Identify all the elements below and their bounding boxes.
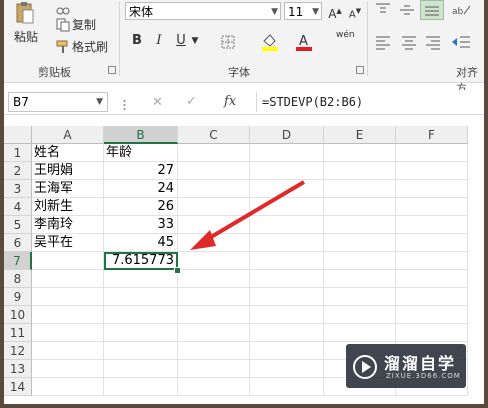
fill-color-icon[interactable] xyxy=(260,32,280,52)
excel-window: 粘贴 复制 格式刷 剪贴板 宋体 ▼ 11 ▼ A▲ A▼ B I U ▼ A … xyxy=(4,0,484,404)
clipboard-dialog-launcher[interactable] xyxy=(108,66,116,74)
format-painter-button[interactable]: 格式刷 xyxy=(72,38,108,55)
increase-font-size-button[interactable]: A▲ xyxy=(326,2,344,21)
underline-dropdown[interactable]: ▼ xyxy=(190,32,200,50)
underline-button[interactable]: U xyxy=(172,32,190,50)
orientation-icon[interactable]: ab xyxy=(450,2,472,18)
enter-icon[interactable]: ✓ xyxy=(186,94,197,109)
svg-text:ab: ab xyxy=(452,7,464,17)
align-left-icon[interactable] xyxy=(374,34,392,50)
align-center-icon[interactable] xyxy=(400,34,418,50)
italic-button[interactable]: I xyxy=(150,32,168,50)
align-bottom-icon[interactable] xyxy=(420,0,444,20)
align-top-icon[interactable] xyxy=(374,2,392,18)
copy-icon[interactable] xyxy=(56,17,70,32)
indent-icon[interactable] xyxy=(450,34,472,50)
ribbon: 粘贴 复制 格式刷 剪贴板 宋体 ▼ 11 ▼ A▲ A▼ B I U ▼ A … xyxy=(4,0,484,95)
name-box[interactable]: B7 ▼ xyxy=(8,92,108,112)
font-color-icon[interactable]: A xyxy=(294,32,314,52)
align-right-icon[interactable] xyxy=(424,34,442,50)
borders-icon[interactable] xyxy=(220,34,236,50)
chevron-down-icon: ▼ xyxy=(96,97,103,107)
clipboard-group-label: 剪贴板 xyxy=(38,66,71,79)
group-separator xyxy=(119,2,120,76)
play-logo-icon xyxy=(352,354,378,380)
bold-button[interactable]: B xyxy=(128,32,146,50)
formula-bar: B7 ▼ ✕ ✓ fx =STDEVP(B2:B6) xyxy=(4,90,484,115)
formula-input[interactable]: =STDEVP(B2:B6) xyxy=(262,93,363,111)
format-painter-icon[interactable] xyxy=(56,39,70,53)
font-name-dropdown[interactable]: 宋体 ▼ xyxy=(125,2,281,20)
name-box-value: B7 xyxy=(13,95,29,109)
group-separator xyxy=(367,2,368,76)
align-middle-icon[interactable] xyxy=(398,2,416,18)
paste-icon[interactable] xyxy=(14,2,34,24)
watermark-url: ZIXUE.3D66.COM xyxy=(386,372,461,380)
font-color-glyph: A xyxy=(299,34,308,49)
watermark-title: 溜溜自学 xyxy=(384,354,457,373)
cut-icon[interactable] xyxy=(56,0,70,15)
font-dialog-launcher[interactable] xyxy=(356,66,364,74)
paste-button[interactable]: 粘贴 xyxy=(14,28,38,45)
chevron-down-icon: ▼ xyxy=(271,7,278,17)
formula-separator xyxy=(256,92,257,112)
font-size-value: 11 xyxy=(288,5,304,19)
cancel-icon[interactable]: ✕ xyxy=(152,95,163,110)
font-group-label: 字体 xyxy=(228,66,250,79)
formula-bar-grip-icon xyxy=(123,96,126,110)
copy-button[interactable]: 复制 xyxy=(72,16,96,33)
phonetic-button[interactable]: wén xyxy=(336,30,355,40)
font-name-value: 宋体 xyxy=(129,5,154,19)
watermark-badge: 溜溜自学 ZIXUE.3D66.COM xyxy=(346,344,466,388)
font-size-dropdown[interactable]: 11 ▼ xyxy=(284,2,322,20)
decrease-font-size-button[interactable]: A▼ xyxy=(346,2,364,20)
chevron-down-icon: ▼ xyxy=(312,7,319,17)
insert-function-button[interactable]: fx xyxy=(224,94,236,109)
